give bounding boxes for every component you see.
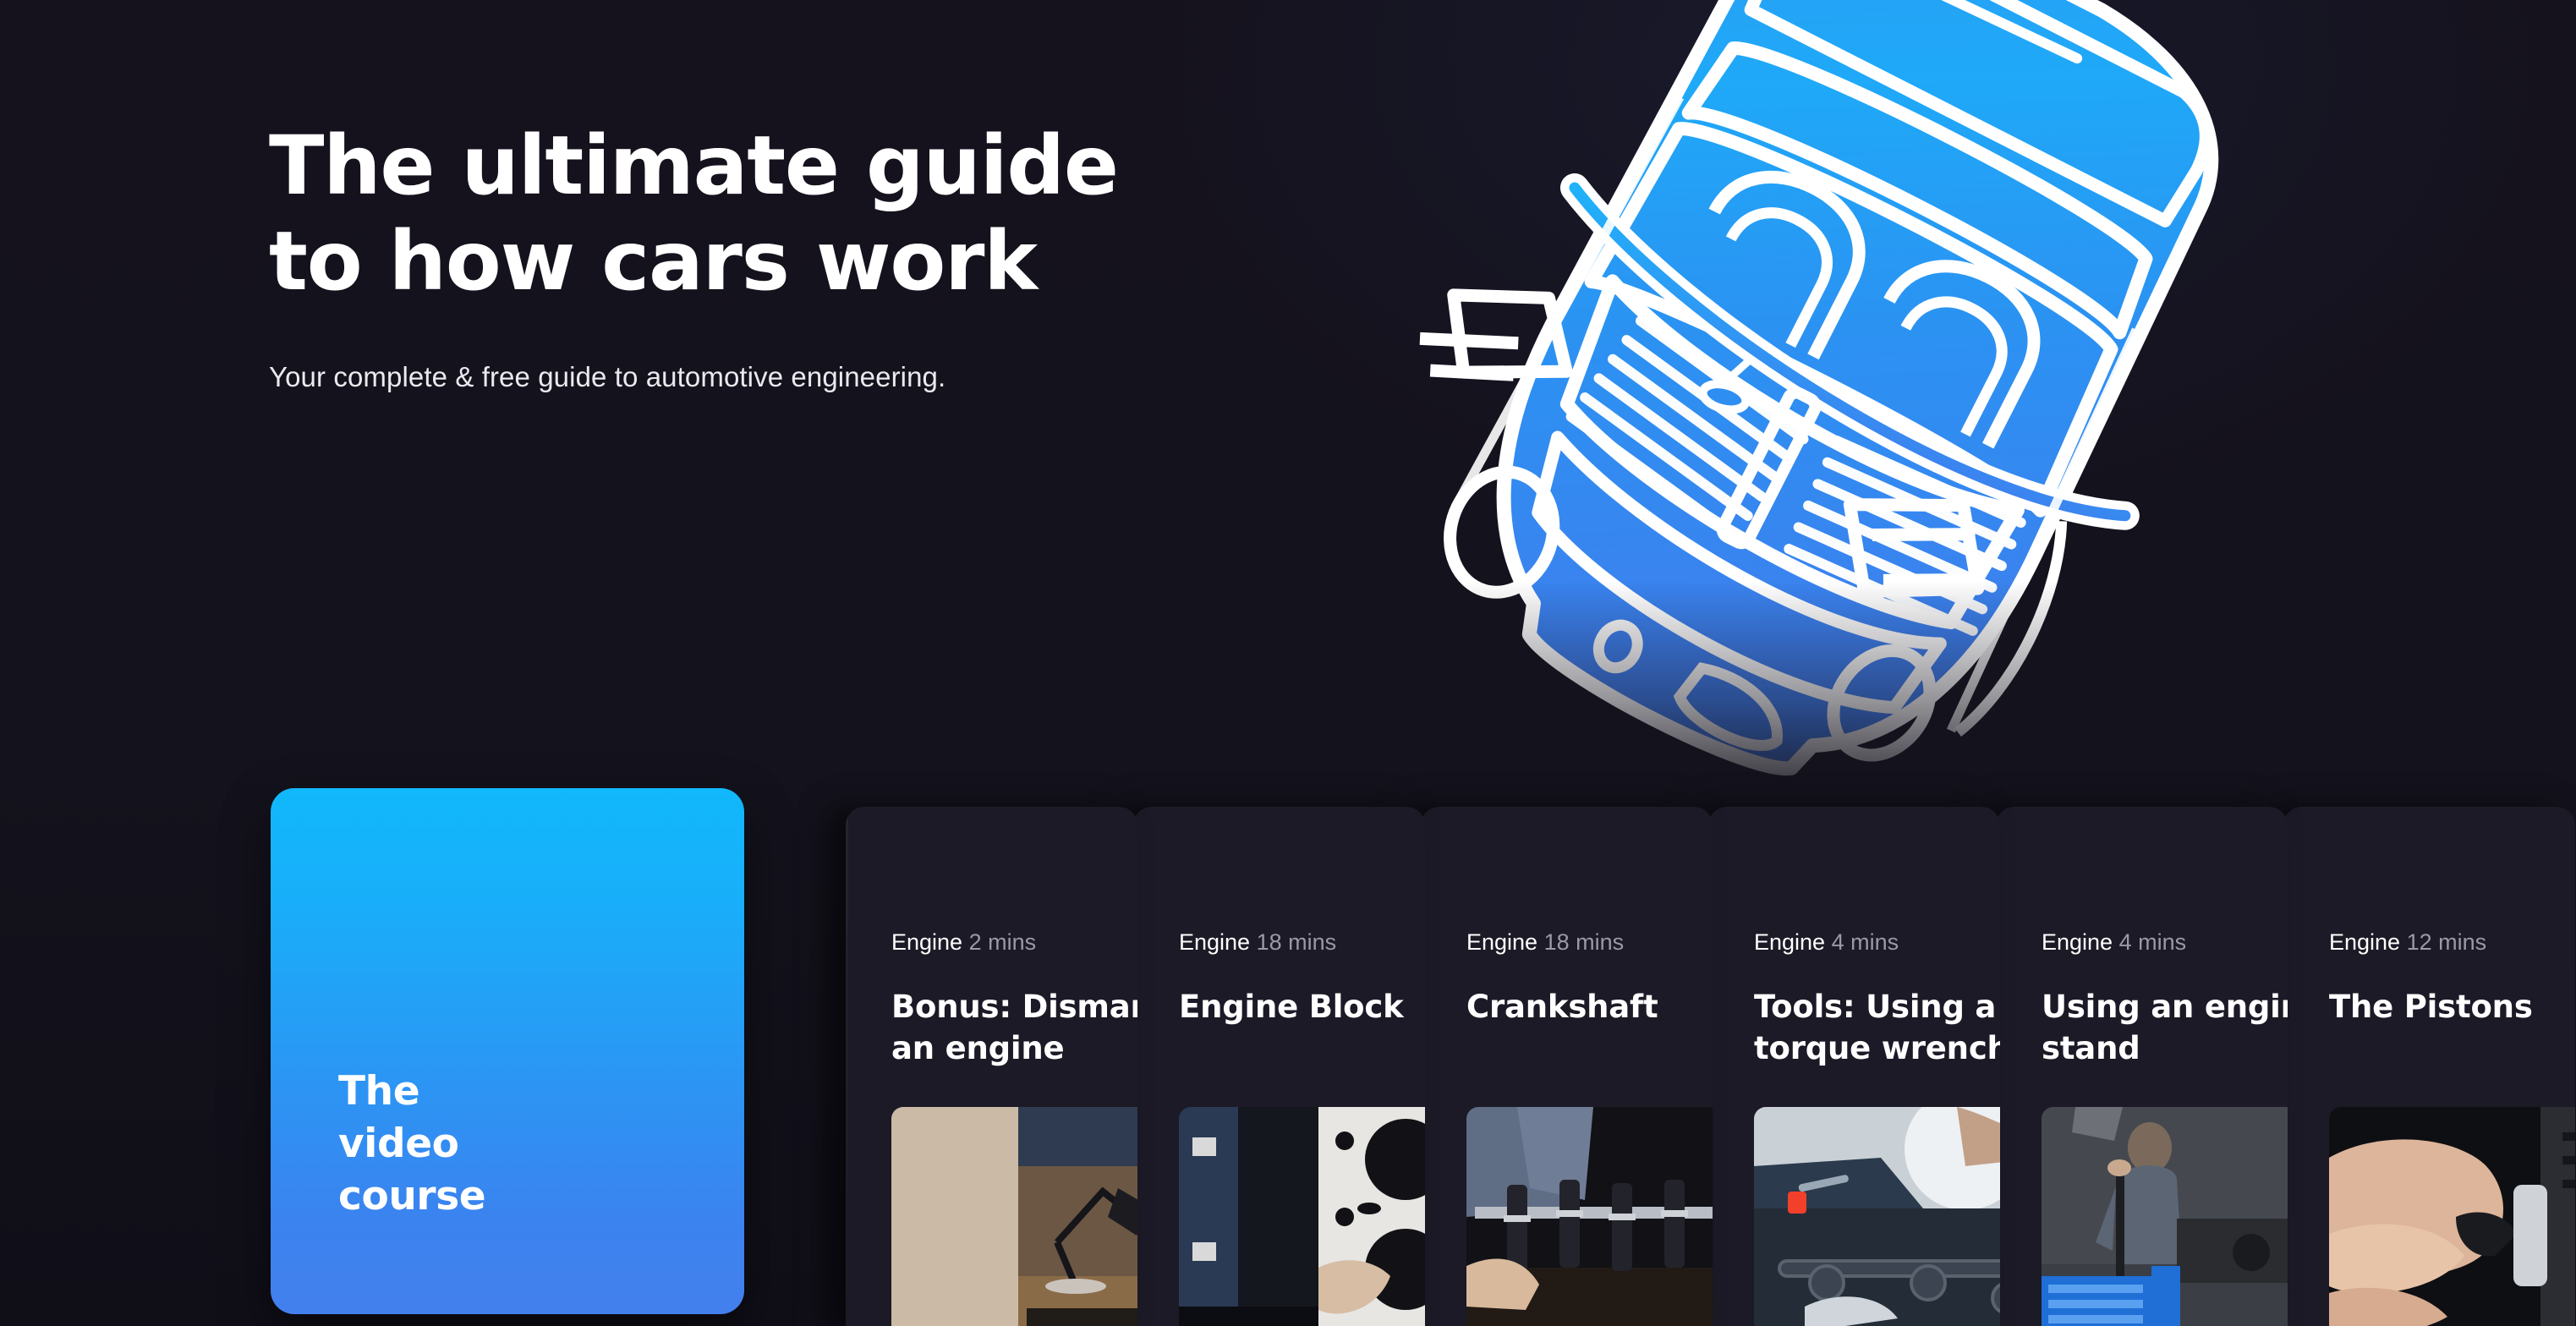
course-card-row: The video course Engine 2 mins Bonus: Di… [0, 788, 2576, 1326]
lesson-meta: Engine 4 mins [2042, 929, 2186, 956]
lesson-thumbnail[interactable] [1466, 1107, 1713, 1326]
lesson-category: Engine [1179, 929, 1251, 955]
lesson-title: Using an engine stand [2042, 989, 2288, 1067]
lesson-thumbnail[interactable] [891, 1107, 1137, 1326]
lesson-card[interactable]: Engine 18 mins Crankshaft [1421, 807, 1713, 1326]
lesson-category: Engine [2042, 929, 2113, 955]
lesson-category: Engine [1754, 929, 1826, 955]
lesson-duration: 18 mins [1543, 929, 1625, 955]
video-course-title: The video course [338, 1067, 486, 1219]
lesson-thumbnail[interactable] [2042, 1107, 2288, 1326]
lesson-duration: 4 mins [2118, 929, 2187, 955]
lesson-category: Engine [1466, 929, 1538, 955]
video-course-card[interactable]: The video course [271, 788, 744, 1314]
lesson-duration: 4 mins [1831, 929, 1899, 955]
lesson-category: Engine [891, 929, 963, 955]
lesson-meta: Engine 18 mins [1466, 929, 1624, 956]
lesson-meta: Engine 2 mins [891, 929, 1036, 956]
lesson-title: Engine Block [1179, 989, 1404, 1025]
lesson-duration: 2 mins [968, 929, 1037, 955]
lesson-duration: 18 mins [1256, 929, 1337, 955]
lesson-card[interactable]: Engine 2 mins Bonus: Dismantling an engi… [846, 807, 1137, 1326]
lesson-card[interactable]: Engine 18 mins Engine Block [1133, 807, 1425, 1326]
lesson-card[interactable]: Engine 12 mins The Pistons [2283, 807, 2575, 1326]
lesson-thumbnail[interactable] [1754, 1107, 2000, 1326]
lesson-meta: Engine 12 mins [2329, 929, 2486, 956]
lesson-card[interactable]: Engine 4 mins Tools: Using a torque wren… [1708, 807, 2000, 1326]
lesson-meta: Engine 18 mins [1179, 929, 1336, 956]
lesson-title: Tools: Using a torque wrench [1754, 989, 2000, 1067]
lesson-title: Bonus: Dismantling an engine [891, 989, 1137, 1067]
lesson-title: The Pistons [2329, 989, 2533, 1025]
lesson-thumbnail[interactable] [1179, 1107, 1425, 1326]
page-title: The ultimate guide to how cars work [269, 118, 1119, 310]
lesson-thumbnail[interactable] [2329, 1107, 2575, 1326]
lesson-meta: Engine 4 mins [1754, 929, 1899, 956]
hero-section: The ultimate guide to how cars work Your… [269, 118, 1284, 393]
lesson-category: Engine [2329, 929, 2401, 955]
lesson-duration: 12 mins [2406, 929, 2487, 955]
lesson-title: Crankshaft [1466, 989, 1658, 1025]
lesson-card[interactable]: Engine 4 mins Using an engine stand [1996, 807, 2288, 1326]
hero-subtitle: Your complete & free guide to automotive… [269, 360, 946, 392]
